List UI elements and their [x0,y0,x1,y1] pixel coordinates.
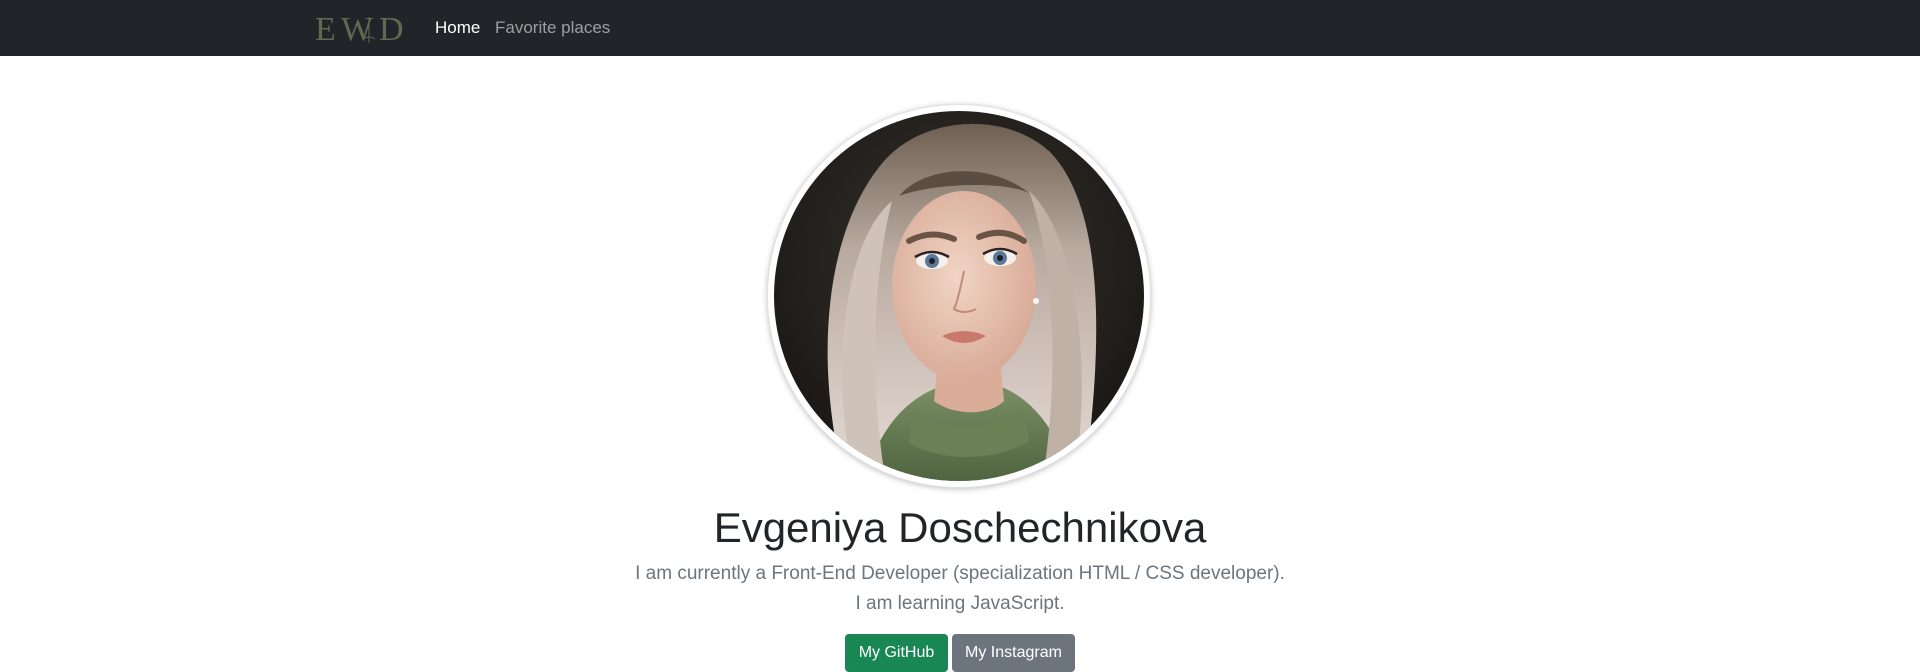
svg-text:D: D [379,11,404,47]
profile-photo-icon [774,111,1144,481]
brand-logo[interactable]: E W D [313,9,413,47]
profile-name: Evgeniya Doschechnikova [713,504,1207,551]
ewd-logo-icon: E W D [315,11,404,47]
nav-link-favorite-places[interactable]: Favorite places [495,18,610,38]
top-navbar: E W D Home Favorite places [0,0,1920,56]
instagram-button[interactable]: My Instagram [952,634,1075,672]
profile-description-line-2: I am learning JavaScript. [855,593,1065,614]
github-button[interactable]: My GitHub [845,634,948,672]
nav-link-home[interactable]: Home [435,18,480,38]
svg-text:E: E [315,11,337,47]
profile-description-line-1: I am currently a Front-End Developer (sp… [635,563,1285,584]
avatar [767,104,1151,488]
